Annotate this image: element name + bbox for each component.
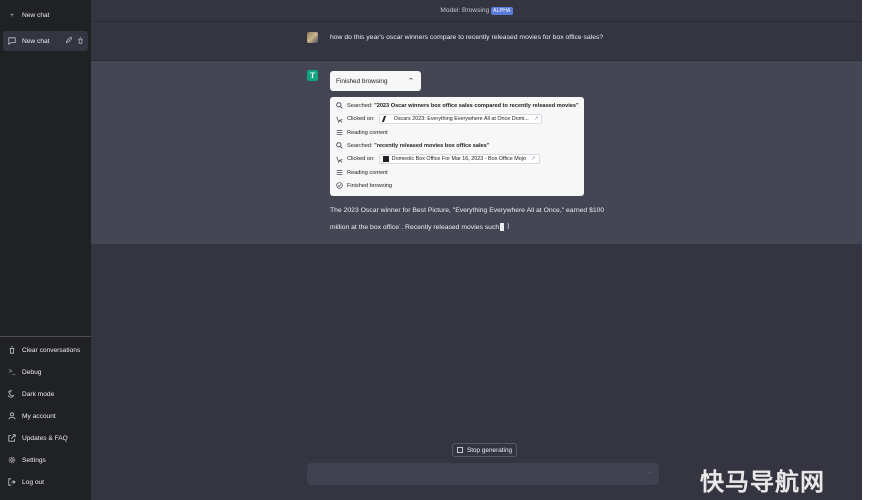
clear-conversations-label: Clear conversations <box>22 346 81 354</box>
user-icon <box>7 411 17 421</box>
alpha-badge: ALPHA <box>491 6 513 15</box>
moon-icon <box>7 389 17 399</box>
external-link-icon: ↗ <box>533 116 539 122</box>
log-out-button[interactable]: Log out <box>3 472 88 492</box>
stop-generating-label: Stop generating <box>466 446 513 454</box>
new-chat-label: New chat <box>22 11 50 19</box>
stop-generating-button[interactable]: Stop generating <box>452 443 517 457</box>
model-label: Model: Browsing <box>440 7 490 14</box>
user-message-row: how do this year's oscar winners compare… <box>91 22 862 61</box>
log-out-label: Log out <box>22 478 44 486</box>
edit-icon[interactable] <box>65 36 73 46</box>
sidebar-divider <box>0 336 91 337</box>
send-icon[interactable]: ·· <box>647 470 651 476</box>
answer-line-streaming: million at the box office˙. Recently rel… <box>330 219 630 236</box>
chat-bubble-icon <box>7 36 17 46</box>
trash-icon <box>7 345 17 355</box>
settings-button[interactable]: Settings <box>3 450 88 470</box>
finished-browsing-label: Finished browsing <box>336 77 388 85</box>
dark-mode-button[interactable]: Dark mode <box>3 384 88 404</box>
list-icon <box>335 129 343 136</box>
source-link-title: Domestic Box Office For Mar 16, 2023 - B… <box>391 156 526 162</box>
cursor-click-icon <box>335 116 343 123</box>
log-row-search: Searched: "2023 Oscar winners box office… <box>335 102 579 109</box>
updates-faq-button[interactable]: Updates & FAQ <box>3 428 88 448</box>
text-cursor-icon: I <box>507 222 510 231</box>
external-link-icon <box>7 433 17 443</box>
assistant-avatar: T <box>307 70 318 81</box>
my-account-button[interactable]: My account <box>3 406 88 426</box>
check-circle-icon <box>335 182 343 189</box>
debug-button[interactable]: >_ Debug <box>3 362 88 382</box>
answer-line: The 2023 Oscar winner for Best Picture, … <box>330 207 605 214</box>
model-header: Model: Browsing ALPHA <box>91 0 862 22</box>
source-link-chip[interactable]: Domestic Box Office For Mar 16, 2023 - B… <box>378 154 540 164</box>
log-row-click: Clicked on: Domestic Box Office For Mar … <box>335 154 540 164</box>
log-row-reading: Reading content <box>335 169 388 176</box>
log-row-search: Searched: "recently released movies box … <box>335 142 489 149</box>
dark-mode-label: Dark mode <box>22 390 55 398</box>
chat-main: Model: Browsing ALPHA how do this year's… <box>91 0 862 500</box>
my-account-label: My account <box>22 412 56 420</box>
log-text: Finished browsing <box>347 182 393 189</box>
assistant-answer: The 2023 Oscar winner for Best Picture, … <box>330 203 630 236</box>
source-link-chip[interactable]: Oscars 2023: Everything Everywhere All a… <box>378 114 543 124</box>
list-icon <box>335 169 343 176</box>
log-text: Reading content <box>347 129 388 136</box>
external-link-icon: ↗ <box>531 156 536 162</box>
updates-faq-label: Updates & FAQ <box>22 434 68 442</box>
source-link-title: Oscars 2023: Everything Everywhere All a… <box>393 116 529 122</box>
log-prefix: Clicked on: <box>347 156 375 162</box>
message-input[interactable] <box>315 468 639 482</box>
search-query: "2023 Oscar winners box office sales com… <box>374 102 579 109</box>
log-row-reading: Reading content <box>335 129 388 136</box>
log-row-finished: Finished browsing <box>335 182 392 189</box>
settings-label: Settings <box>22 456 46 464</box>
search-icon <box>335 102 343 109</box>
chevron-up-icon: ⌃ <box>408 78 414 85</box>
search-icon <box>335 142 343 149</box>
message-input-box[interactable]: ·· <box>307 463 659 485</box>
plus-icon: + <box>10 11 14 19</box>
search-query: "recently released movies box office sal… <box>374 142 490 149</box>
source-favicon <box>382 156 389 162</box>
conversation-title: New chat <box>22 37 50 45</box>
new-chat-button[interactable]: + New chat <box>3 5 88 25</box>
user-message-text: how do this year's oscar winners compare… <box>330 34 604 41</box>
log-prefix: Searched: <box>347 142 373 149</box>
typing-cursor <box>500 223 505 232</box>
browsing-log: Searched: "2023 Oscar winners box office… <box>330 97 584 196</box>
log-text: Reading content <box>347 169 388 176</box>
cursor-click-icon <box>335 156 343 163</box>
trash-icon[interactable] <box>77 36 84 46</box>
conversation-item[interactable]: New chat <box>3 31 88 51</box>
debug-label: Debug <box>22 368 42 376</box>
user-avatar <box>307 32 318 43</box>
window-edge <box>862 0 880 500</box>
log-row-click: Clicked on: Oscars 2023: Everything Ever… <box>335 114 543 124</box>
log-prefix: Clicked on: <box>347 116 375 122</box>
answer-line: million at the box office˙. Recently rel… <box>330 224 500 231</box>
log-prefix: Searched: <box>347 102 373 109</box>
watermark-logo: 快马导航网 <box>700 468 825 496</box>
terminal-icon: >_ <box>8 369 16 375</box>
stop-icon <box>456 447 463 453</box>
assistant-message-row: T Finished browsing ⌃ Searched: "2023 Os… <box>91 61 862 244</box>
source-favicon <box>381 116 392 122</box>
gear-icon <box>7 455 17 465</box>
finished-browsing-toggle[interactable]: Finished browsing ⌃ <box>330 71 421 91</box>
clear-conversations-button[interactable]: Clear conversations <box>3 340 88 360</box>
logout-icon <box>7 477 17 487</box>
sidebar: + New chat New chat Clear conversations … <box>0 0 91 500</box>
